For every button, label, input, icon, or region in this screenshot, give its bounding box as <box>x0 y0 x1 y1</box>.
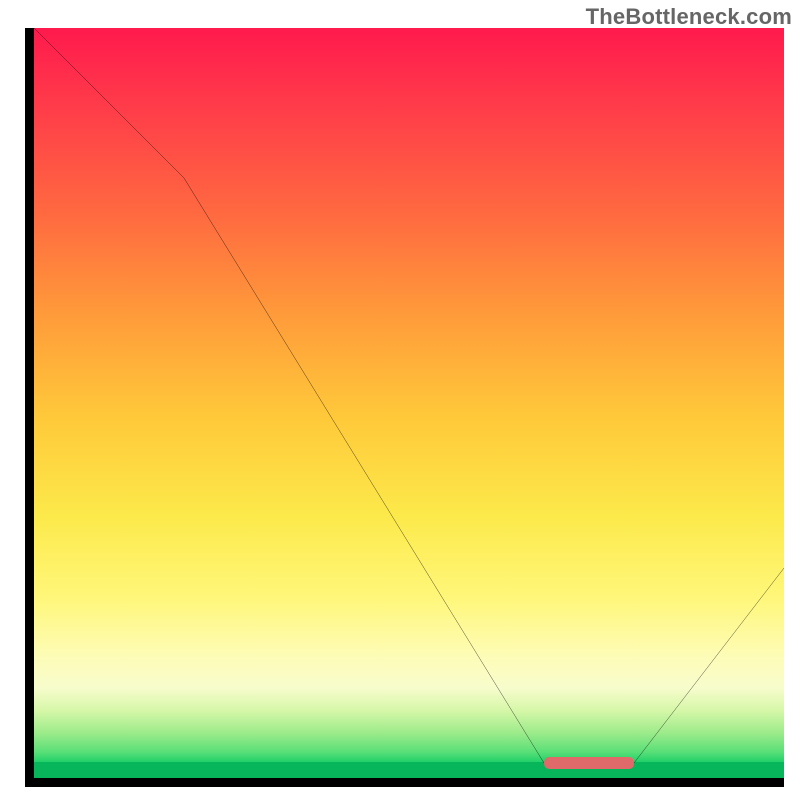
optimal-range-marker <box>544 757 634 769</box>
chart-container: TheBottleneck.com <box>0 0 800 800</box>
overlay-svg <box>34 28 784 778</box>
plot-area <box>25 28 784 787</box>
bottleneck-curve <box>34 28 784 763</box>
watermark-text: TheBottleneck.com <box>586 4 792 30</box>
